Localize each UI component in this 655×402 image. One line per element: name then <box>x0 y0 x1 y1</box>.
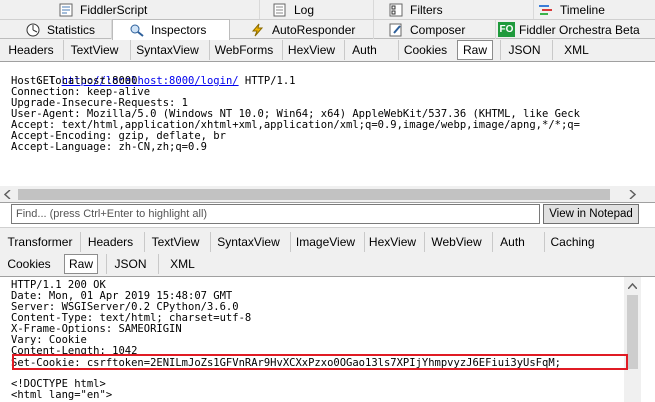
response-tab-cookies[interactable]: Cookies <box>4 254 54 274</box>
response-scroll-thumb[interactable] <box>627 295 638 369</box>
tab-label: Composer <box>410 22 466 37</box>
response-tab-imageview[interactable]: ImageView <box>290 232 360 252</box>
tab-label: FiddlerScript <box>80 2 148 17</box>
tab-label: Fiddler Orchestra Beta <box>519 22 640 37</box>
request-tab-hexview[interactable]: HexView <box>282 40 340 60</box>
tab-label: Inspectors <box>151 23 207 37</box>
response-tab-syntaxview[interactable]: SyntaxView <box>210 232 286 252</box>
tab-inspectors[interactable]: Inspectors <box>112 19 230 40</box>
response-vertical-scrollbar[interactable] <box>624 277 641 402</box>
fiddlerscript-icon <box>58 3 74 17</box>
tab-label: Filters <box>410 2 443 17</box>
tab-statistics[interactable]: Statistics <box>0 20 112 39</box>
tab-fiddlerscript[interactable]: FiddlerScript <box>48 0 260 19</box>
response-header-line: Server: WSGIServer/0.2 CPython/3.6.0 <box>11 301 239 313</box>
set-cookie-highlight <box>12 354 628 370</box>
inspectors-icon <box>129 23 145 37</box>
filters-icon <box>388 3 404 17</box>
response-tab-headers[interactable]: Headers <box>80 232 140 252</box>
request-header-line: Connection: keep-alive <box>11 86 151 98</box>
view-in-notepad-button[interactable]: View in Notepad <box>543 204 639 224</box>
response-status-line: HTTP/1.1 200 OK <box>11 279 106 291</box>
scroll-right-icon[interactable] <box>628 190 636 199</box>
top-tabs-row-2: Statistics Inspectors AutoResponder Comp… <box>0 19 655 40</box>
request-tab-textview[interactable]: TextView <box>63 40 125 60</box>
tab-fiddler-orchestra[interactable]: FO Fiddler Orchestra Beta <box>496 20 655 39</box>
response-tab-json[interactable]: JSON <box>106 254 154 274</box>
request-tab-auth[interactable]: Auth <box>344 40 384 60</box>
request-header-line: Upgrade-Insecure-Requests: 1 <box>11 97 189 109</box>
timeline-icon <box>538 3 554 17</box>
response-tab-auth[interactable]: Auth <box>492 232 532 252</box>
tab-label: Timeline <box>560 2 605 17</box>
response-header-line: Vary: Cookie <box>11 334 87 346</box>
request-raw-text[interactable]: GET http://localhost:8000/login/ HTTP/1.… <box>0 61 655 203</box>
response-tab-raw[interactable]: Raw <box>64 254 98 274</box>
request-tab-cookies[interactable]: Cookies <box>398 40 452 60</box>
request-header-line: Accept-Encoding: gzip, deflate, br <box>11 130 226 142</box>
request-inspector-tabs: Headers TextView SyntaxView WebForms Hex… <box>0 39 655 61</box>
composer-icon <box>388 23 404 37</box>
response-body-line: <html lang="en"> <box>11 389 113 401</box>
fiddler-orchestra-icon: FO <box>498 22 515 37</box>
scroll-left-icon[interactable] <box>4 190 12 199</box>
response-header-line: Content-Type: text/html; charset=utf-8 <box>11 312 252 324</box>
tab-label: Log <box>294 2 315 17</box>
request-tab-syntaxview[interactable]: SyntaxView <box>130 40 204 60</box>
response-tab-xml[interactable]: XML <box>158 254 206 274</box>
request-tab-webforms[interactable]: WebForms <box>209 40 278 60</box>
find-input[interactable]: Find... (press Ctrl+Enter to highlight a… <box>11 204 540 224</box>
response-tab-caching[interactable]: Caching <box>544 232 600 252</box>
request-header-line: Host: localhost:8000 <box>11 75 138 87</box>
response-tab-textview[interactable]: TextView <box>144 232 206 252</box>
statistics-icon <box>25 23 41 37</box>
response-header-line: X-Frame-Options: SAMEORIGIN <box>11 323 182 335</box>
response-inspector-tabs: Transformer Headers TextView SyntaxView … <box>0 232 655 276</box>
tab-timeline[interactable]: Timeline <box>534 0 655 19</box>
tab-filters[interactable]: Filters <box>374 0 534 19</box>
request-tab-headers[interactable]: Headers <box>4 40 58 60</box>
request-header-line: User-Agent: Mozilla/5.0 (Windows NT 10.0… <box>11 108 580 120</box>
response-tab-hexview[interactable]: HexView <box>364 232 420 252</box>
request-header-line: Accept-Language: zh-CN,zh;q=0.9 <box>11 141 207 153</box>
top-tabs-row-1: FiddlerScript Log Filters Timeline <box>0 0 655 20</box>
response-header-line: Date: Mon, 01 Apr 2019 15:48:07 GMT <box>11 290 233 302</box>
request-tab-json[interactable]: JSON <box>500 40 548 60</box>
tab-log[interactable]: Log <box>260 0 374 19</box>
request-tab-raw[interactable]: Raw <box>457 40 493 60</box>
request-scroll-thumb[interactable] <box>18 189 610 200</box>
response-body-line: <!DOCTYPE html> <box>11 378 106 390</box>
tab-label: AutoResponder <box>272 22 356 37</box>
autoresponder-icon <box>250 23 266 37</box>
tab-composer[interactable]: Composer <box>374 20 496 39</box>
request-tab-xml[interactable]: XML <box>552 40 600 60</box>
request-header-line: Accept: text/html,application/xhtml+xml,… <box>11 119 580 131</box>
response-tab-transformer[interactable]: Transformer <box>4 232 76 252</box>
response-tab-webview[interactable]: WebView <box>424 232 488 252</box>
scroll-up-icon[interactable] <box>628 283 637 289</box>
request-horizontal-scrollbar[interactable] <box>0 186 655 202</box>
log-icon <box>272 3 288 17</box>
response-raw-text[interactable]: HTTP/1.1 200 OK Date: Mon, 01 Apr 2019 1… <box>0 276 655 402</box>
tab-autoresponder[interactable]: AutoResponder <box>230 20 374 39</box>
tab-label: Statistics <box>47 22 96 37</box>
